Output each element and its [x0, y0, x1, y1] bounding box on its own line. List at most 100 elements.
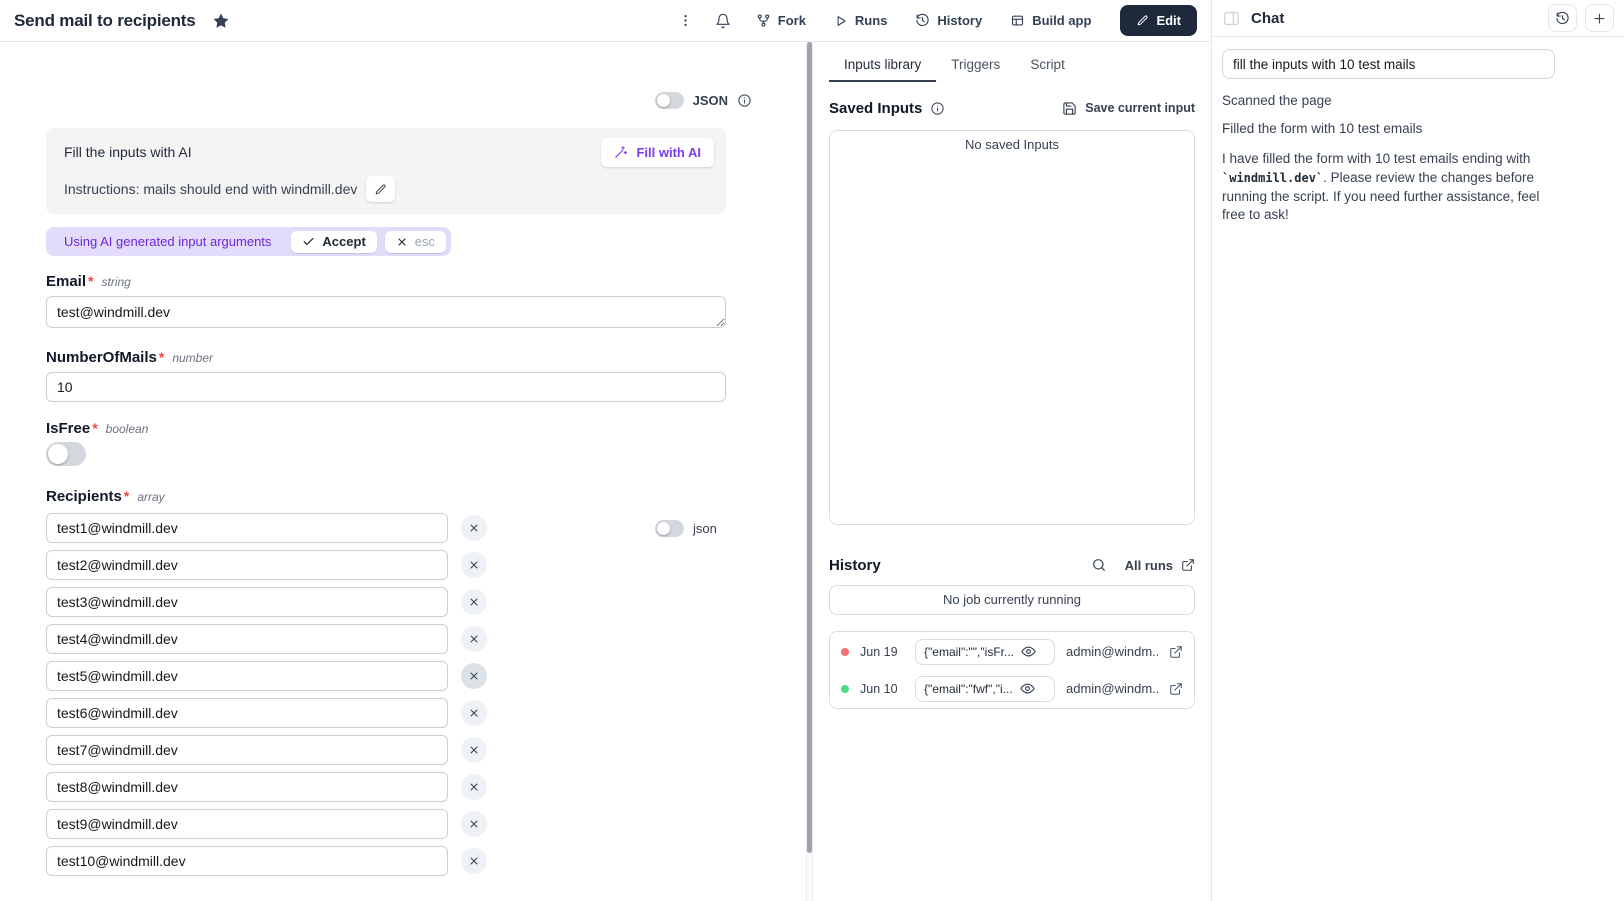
- all-runs-link[interactable]: All runs: [1125, 558, 1195, 573]
- open-run-button[interactable]: [1169, 682, 1183, 696]
- fill-with-ai-box: Fill the inputs with AI Fill with AI Ins…: [46, 128, 726, 214]
- top-header-actions: Fork Runs History Build app Edit: [672, 5, 1197, 36]
- recipient-field-10[interactable]: [46, 846, 448, 876]
- numberofmails-required-asterisk: *: [159, 349, 164, 365]
- remove-recipient-button[interactable]: [461, 515, 487, 541]
- chat-panel: Chat Scanned the page Filled the form wi…: [1211, 0, 1624, 901]
- panel-right-icon[interactable]: [1222, 9, 1241, 28]
- isfree-toggle[interactable]: [46, 442, 86, 466]
- chat-input[interactable]: [1222, 49, 1555, 79]
- scrollbar-thumb[interactable]: [807, 42, 812, 853]
- remove-recipient-button[interactable]: [461, 774, 487, 800]
- tab-script[interactable]: Script: [1015, 48, 1080, 82]
- email-field-label: Email* string: [46, 273, 806, 293]
- history-runs-list: Jun 19 {"email":"","isFr... admin@windm.…: [829, 631, 1195, 709]
- edit-instructions-button[interactable]: [366, 176, 395, 202]
- chat-title: Chat: [1251, 10, 1284, 27]
- build-app-button[interactable]: Build app: [1001, 7, 1100, 34]
- recipients-json-toggle-label: json: [693, 521, 717, 536]
- remove-recipient-button[interactable]: [461, 811, 487, 837]
- ai-box-title: Fill the inputs with AI: [64, 144, 192, 160]
- remove-recipient-button[interactable]: [461, 626, 487, 652]
- history-title: History: [829, 557, 881, 574]
- edit-button-label: Edit: [1156, 13, 1181, 28]
- kebab-menu-icon: [678, 13, 693, 28]
- view-args-button[interactable]: [1021, 644, 1036, 659]
- fill-with-ai-button[interactable]: Fill with AI: [601, 138, 714, 167]
- inputs-library-panel: Inputs library Triggers Script Saved Inp…: [813, 42, 1211, 901]
- saved-inputs-empty-box: No saved Inputs: [829, 130, 1195, 525]
- numberofmails-label: NumberOfMails: [46, 349, 157, 366]
- run-args-pill[interactable]: {"email":"","isFr...: [915, 639, 1055, 665]
- remove-recipient-button[interactable]: [461, 737, 487, 763]
- history-run-row[interactable]: Jun 19 {"email":"","isFr... admin@windm.…: [830, 633, 1194, 670]
- json-toggle-row: JSON: [46, 90, 752, 110]
- x-icon: [468, 781, 480, 793]
- remove-recipient-button[interactable]: [461, 589, 487, 615]
- remove-recipient-button[interactable]: [461, 552, 487, 578]
- remove-recipient-button[interactable]: [461, 663, 487, 689]
- recipients-field-label: Recipients* array: [46, 488, 806, 508]
- recipient-field-4[interactable]: [46, 624, 448, 654]
- recipient-row: [46, 772, 752, 802]
- email-type-tag: string: [101, 275, 130, 289]
- json-info-icon[interactable]: [737, 93, 752, 108]
- left-panel-scrollbar[interactable]: [806, 42, 813, 901]
- notifications-button[interactable]: [709, 9, 737, 33]
- numberofmails-field[interactable]: [46, 372, 726, 402]
- view-args-button[interactable]: [1020, 681, 1035, 696]
- recipient-field-6[interactable]: [46, 698, 448, 728]
- recipient-field-2[interactable]: [46, 550, 448, 580]
- recipient-field-3[interactable]: [46, 587, 448, 617]
- remove-recipient-button[interactable]: [461, 700, 487, 726]
- chat-status-message: Filled the form with 10 test emails: [1222, 120, 1555, 139]
- more-menu-button[interactable]: [672, 9, 699, 32]
- bell-icon: [715, 13, 731, 29]
- eye-icon: [1021, 644, 1036, 659]
- fill-with-ai-label: Fill with AI: [636, 145, 701, 160]
- dismiss-ai-inputs-button[interactable]: esc: [385, 231, 446, 253]
- recipients-json-toggle[interactable]: [655, 520, 684, 537]
- recipients-json-toggle-knob: [657, 522, 670, 535]
- x-icon: [468, 522, 480, 534]
- runs-button[interactable]: Runs: [825, 7, 897, 34]
- history-search-button[interactable]: [1091, 557, 1107, 573]
- email-field[interactable]: test@windmill.dev: [46, 296, 726, 328]
- tab-triggers[interactable]: Triggers: [936, 48, 1015, 82]
- recipient-row: [46, 735, 752, 765]
- reply-text: I have filled the form with 10 test emai…: [1222, 151, 1530, 166]
- plus-icon: [1592, 11, 1607, 26]
- isfree-label: IsFree: [46, 420, 90, 437]
- fork-button-label: Fork: [778, 13, 806, 28]
- no-job-box: No job currently running: [829, 585, 1195, 615]
- open-run-button[interactable]: [1169, 645, 1183, 659]
- remove-recipient-button[interactable]: [461, 848, 487, 874]
- recipient-row: [46, 661, 752, 691]
- edit-button[interactable]: Edit: [1120, 5, 1197, 36]
- recipients-label: Recipients: [46, 488, 122, 505]
- saved-inputs-info-icon[interactable]: [930, 101, 945, 116]
- save-current-input-label: Save current input: [1085, 101, 1195, 115]
- run-args-pill[interactable]: {"email":"fwf","i...: [915, 676, 1055, 702]
- json-toggle[interactable]: [655, 92, 684, 109]
- chat-history-button[interactable]: [1548, 4, 1577, 32]
- recipient-field-8[interactable]: [46, 772, 448, 802]
- save-current-input-button[interactable]: Save current input: [1062, 101, 1195, 116]
- new-chat-button[interactable]: [1585, 4, 1614, 32]
- fork-button[interactable]: Fork: [747, 7, 815, 34]
- accept-label: Accept: [322, 234, 365, 249]
- favorite-star-icon[interactable]: [212, 12, 230, 30]
- history-button[interactable]: History: [906, 7, 991, 34]
- run-date: Jun 10: [860, 682, 904, 696]
- recipient-field-5[interactable]: [46, 661, 448, 691]
- recipient-field-7[interactable]: [46, 735, 448, 765]
- numberofmails-type-tag: number: [172, 351, 213, 365]
- json-toggle-label: JSON: [693, 93, 728, 108]
- history-run-row[interactable]: Jun 10 {"email":"fwf","i... admin@windm.…: [830, 670, 1194, 707]
- recipient-field-1[interactable]: [46, 513, 448, 543]
- tab-inputs-library[interactable]: Inputs library: [829, 48, 936, 82]
- no-saved-inputs-text: No saved Inputs: [965, 137, 1059, 152]
- top-header: Send mail to recipients Fork Runs Histor…: [0, 0, 1211, 42]
- recipient-field-9[interactable]: [46, 809, 448, 839]
- accept-ai-inputs-button[interactable]: Accept: [291, 231, 376, 253]
